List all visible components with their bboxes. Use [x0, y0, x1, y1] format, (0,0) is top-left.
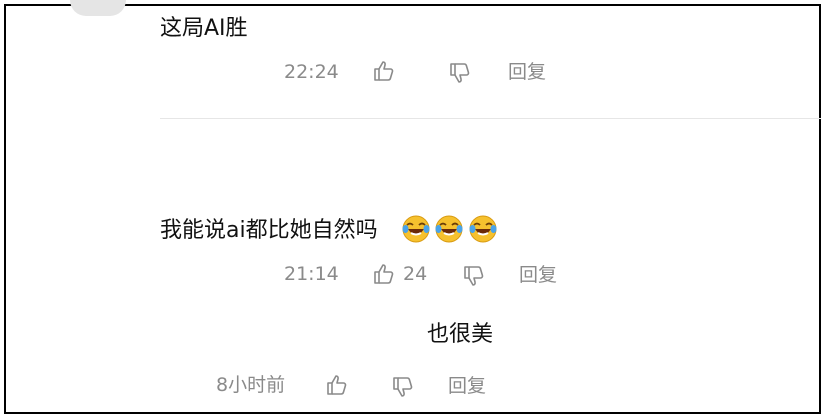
thumbs-up-icon[interactable] [372, 262, 396, 286]
laugh-cry-emoji [468, 214, 498, 244]
avatar[interactable] [70, 0, 126, 16]
thumbs-down-icon[interactable] [448, 61, 472, 85]
comment-timestamp: 22:24 [284, 61, 339, 83]
reply-button[interactable]: 回复 [448, 374, 486, 398]
reply-button[interactable]: 回复 [508, 60, 546, 84]
thumbs-up-icon[interactable] [372, 59, 396, 83]
like-count: 24 [403, 263, 428, 285]
comment-timestamp: 21:14 [284, 263, 339, 285]
reply-button[interactable]: 回复 [519, 263, 557, 287]
screenshot-frame [4, 4, 821, 414]
comment-text: 也很美 [427, 322, 494, 347]
thumbs-up-icon[interactable] [325, 373, 349, 397]
laugh-cry-emoji [434, 214, 464, 244]
comment-timestamp: 8小时前 [216, 374, 286, 396]
comment-text: 我能说ai都比她自然吗 [160, 218, 378, 243]
divider [160, 118, 821, 119]
laugh-cry-emoji [401, 214, 431, 244]
comment-text: 这局AI胜 [160, 16, 248, 41]
thumbs-down-icon[interactable] [391, 375, 415, 399]
thumbs-down-icon[interactable] [462, 264, 486, 288]
